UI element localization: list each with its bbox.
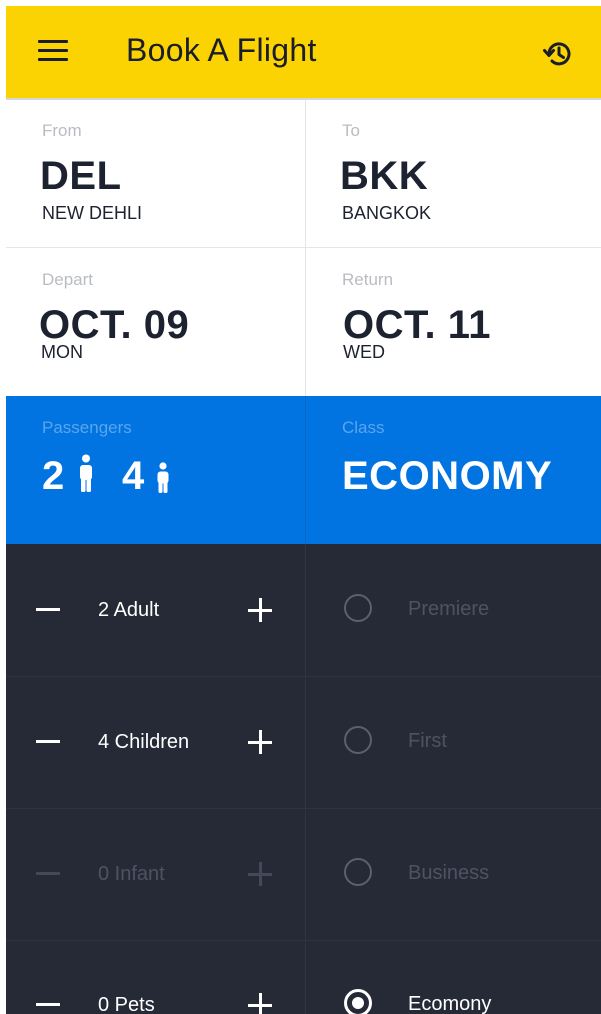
pets-increment-button[interactable]: [248, 993, 272, 1014]
class-option-business[interactable]: Business: [408, 862, 489, 885]
passengers-label: Passengers: [42, 418, 132, 437]
app-header: Book A Flight: [6, 6, 601, 100]
child-person-icon: [156, 462, 170, 494]
class-option-premiere[interactable]: Premiere: [408, 598, 489, 621]
infant-count-label: 0 Infant: [98, 863, 165, 885]
to-airport-code: BKK: [340, 154, 429, 198]
infant-increment-button[interactable]: [248, 862, 272, 886]
hamburger-menu-icon[interactable]: [38, 38, 72, 66]
adult-decrement-button[interactable]: [36, 608, 60, 611]
pets-decrement-button[interactable]: [36, 1003, 60, 1006]
summary-strip: Passengers 2 4 Class ECONOMY: [6, 396, 601, 544]
child-count: 4: [122, 454, 145, 498]
class-radio-premiere[interactable]: [344, 594, 372, 622]
return-date-field[interactable]: Return OCT. 11 WED: [306, 248, 601, 396]
from-city: NEW DEHLI: [42, 203, 143, 223]
class-option-economy[interactable]: Ecomony: [408, 993, 491, 1014]
depart-weekday: MON: [41, 342, 83, 362]
class-radio-business[interactable]: [344, 858, 372, 886]
from-field[interactable]: From DEL NEW DEHLI: [6, 100, 305, 247]
row-divider: [6, 808, 601, 809]
adult-row: 2 Adult Premiere: [6, 577, 601, 643]
depart-label: Depart: [42, 270, 94, 289]
page-title: Book A Flight: [126, 32, 317, 68]
class-summary[interactable]: Class ECONOMY: [306, 396, 601, 544]
from-label: From: [42, 121, 82, 140]
class-radio-economy[interactable]: [344, 989, 372, 1014]
infant-decrement-button[interactable]: [36, 872, 60, 875]
return-weekday: WED: [343, 342, 385, 362]
from-airport-code: DEL: [40, 154, 122, 198]
adult-count-label: 2 Adult: [98, 599, 160, 621]
class-label: Class: [342, 418, 385, 437]
depart-date-field[interactable]: Depart OCT. 09 MON: [6, 248, 305, 396]
adult-count: 2: [42, 454, 65, 498]
return-label: Return: [342, 270, 394, 289]
infant-row: 0 Infant Business: [6, 841, 601, 907]
class-radio-first[interactable]: [344, 726, 372, 754]
class-value: ECONOMY: [342, 454, 553, 498]
row-divider: [6, 940, 601, 941]
to-city: BANGKOK: [342, 203, 432, 223]
children-count-label: 4 Children: [98, 731, 190, 753]
children-decrement-button[interactable]: [36, 740, 60, 743]
pets-row: 0 Pets Ecomony: [6, 972, 601, 1014]
adult-increment-button[interactable]: [248, 598, 272, 622]
class-option-first[interactable]: First: [408, 730, 447, 753]
pets-count-label: 0 Pets: [98, 994, 155, 1014]
to-label: To: [342, 121, 360, 140]
book-flight-screen: Book A Flight From DEL NEW DEHLI To BKK …: [0, 0, 601, 1014]
row-divider: [6, 676, 601, 677]
adult-person-icon: [78, 454, 94, 494]
selection-panel: 2 Adult Premiere 4 Children First 0 Infa…: [6, 544, 601, 1014]
passengers-summary[interactable]: Passengers 2 4: [6, 396, 305, 544]
history-icon[interactable]: [541, 36, 577, 72]
children-row: 4 Children First: [6, 709, 601, 775]
to-field[interactable]: To BKK BANGKOK: [306, 100, 601, 247]
children-increment-button[interactable]: [248, 730, 272, 754]
